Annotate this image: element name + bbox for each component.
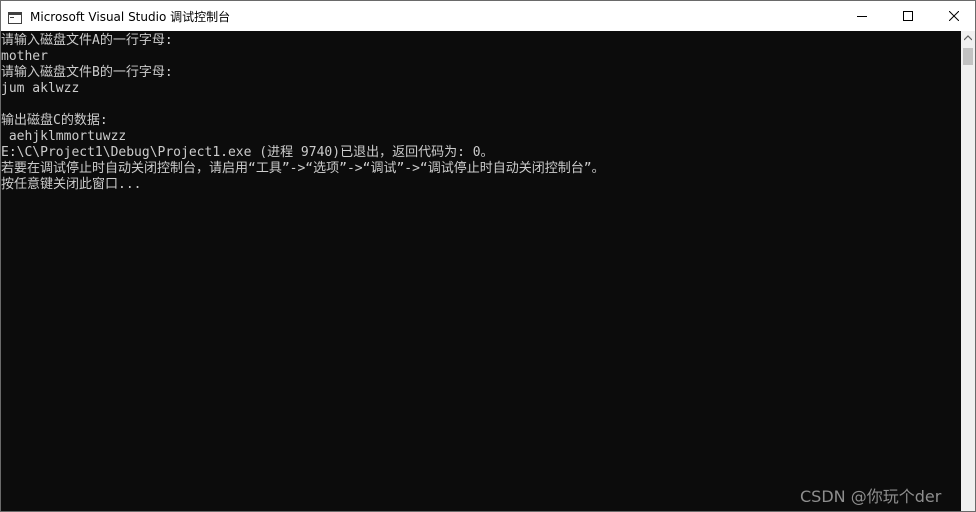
maximize-icon — [903, 11, 913, 21]
window-title: Microsoft Visual Studio 调试控制台 — [30, 10, 231, 24]
output-heading: 输出磁盘C的数据: — [1, 113, 108, 128]
input-file-b: jum aklwzz — [1, 81, 80, 96]
close-icon — [949, 11, 959, 21]
minimize-button[interactable] — [839, 1, 885, 31]
vertical-scrollbar[interactable] — [961, 31, 975, 511]
console-output[interactable]: 请输入磁盘文件A的一行字母: mother 请输入磁盘文件B的一行字母: jum… — [1, 31, 961, 511]
auto-close-hint: 若要在调试停止时自动关闭控制台，请启用“工具”->“选项”->“调试”->“调试… — [1, 161, 605, 176]
input-file-a: mother — [1, 49, 48, 64]
scroll-up-arrow-icon — [964, 35, 972, 41]
console-window: Microsoft Visual Studio 调试控制台 请输入磁盘文件A的一… — [0, 0, 976, 512]
exit-message: E:\C\Project1\Debug\Project1.exe (进程 974… — [1, 145, 494, 160]
csdn-watermark: CSDN @你玩个der — [800, 487, 942, 506]
prompt-file-b: 请输入磁盘文件B的一行字母: — [1, 65, 173, 80]
scroll-up-button[interactable] — [961, 31, 975, 45]
prompt-file-a: 请输入磁盘文件A的一行字母: — [1, 33, 173, 48]
maximize-button[interactable] — [885, 1, 931, 31]
scroll-thumb[interactable] — [963, 48, 973, 65]
console-app-icon — [8, 9, 22, 24]
minimize-icon — [857, 16, 867, 17]
output-data: aehjklmmortuwzz — [1, 129, 127, 144]
title-bar[interactable]: Microsoft Visual Studio 调试控制台 — [1, 1, 975, 31]
press-any-key: 按任意键关闭此窗口... — [1, 177, 142, 192]
close-button[interactable] — [931, 1, 975, 31]
